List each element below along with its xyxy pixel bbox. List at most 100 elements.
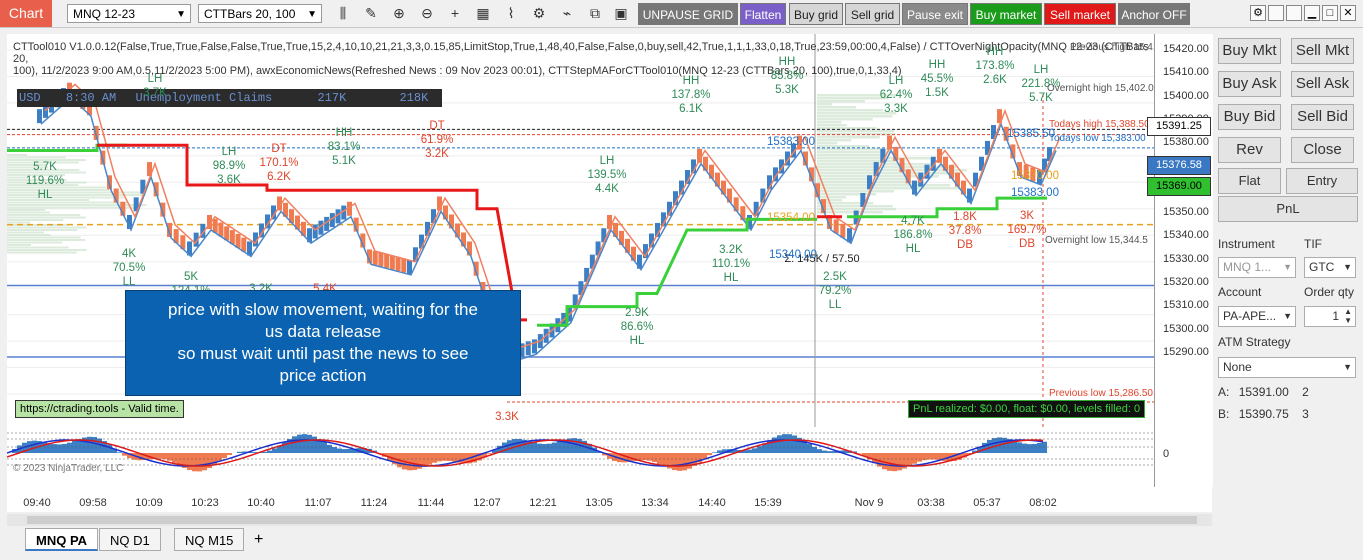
chart-properties-icon[interactable]: ▦ xyxy=(473,4,493,23)
sell-ask-button[interactable]: Sell Ask xyxy=(1291,71,1354,97)
bar-style-icon[interactable]: ⫼ xyxy=(333,4,353,23)
price-line-label-15385: 15385.50 xyxy=(1007,128,1055,140)
volume-profile-bar xyxy=(817,205,893,208)
volume-profile-bar xyxy=(7,221,31,224)
time-tick-label: 11:24 xyxy=(360,497,388,509)
volume-profile-bar xyxy=(817,121,842,124)
histogram-bar xyxy=(552,442,557,453)
tab-mnq-pa[interactable]: MNQ PA xyxy=(25,528,99,551)
pencil-icon[interactable]: ✎ xyxy=(361,4,381,23)
tif-select[interactable]: GTC ▼ xyxy=(1304,257,1356,278)
close-icon[interactable]: ✕ xyxy=(1340,5,1356,21)
swing-annotation: LH 3.7K xyxy=(143,73,167,99)
swing-annotation: 3.2K 110.1% HL xyxy=(711,244,751,284)
histogram-bar xyxy=(1022,443,1027,453)
chevron-down-icon: ▼ xyxy=(1343,362,1352,372)
oscillator-zero-label: 0 xyxy=(1163,448,1170,460)
histogram-bar xyxy=(712,452,717,453)
atm-strategy-select[interactable]: None ▼ xyxy=(1218,357,1356,378)
histogram-bar xyxy=(327,444,332,453)
swing-annotation: 3K 169.7% DB xyxy=(1007,210,1047,250)
histogram-bar xyxy=(1017,442,1022,453)
histogram-bar xyxy=(167,453,172,461)
price-tick-label: 15380.00 xyxy=(1163,136,1209,149)
maximize-icon[interactable]: □ xyxy=(1322,5,1338,21)
sell-mkt-button[interactable]: Sell Mkt xyxy=(1291,38,1354,64)
histogram-bar xyxy=(927,453,932,460)
bar-type-selector[interactable]: CTTBars 20, 100 ▼ xyxy=(198,4,322,23)
indicators-icon[interactable]: ⌇ xyxy=(501,4,521,23)
volume-profile-bar xyxy=(7,229,78,231)
instrument-select[interactable]: MNQ 1... ▼ xyxy=(1218,257,1296,278)
crosshair-icon[interactable]: + xyxy=(445,4,465,23)
buy-market-button[interactable]: Buy market xyxy=(970,3,1042,25)
histogram-bar xyxy=(747,449,752,453)
minimize-icon[interactable]: ▁ xyxy=(1304,5,1320,21)
anchor-off-button[interactable]: Anchor OFF xyxy=(1118,3,1190,25)
histogram-bar xyxy=(187,453,192,471)
buy-ask-button[interactable]: Buy Ask xyxy=(1218,71,1281,97)
price-chart-panel[interactable]: CTTool010 V1.0.0.12(False,True,True,Fals… xyxy=(7,34,1154,427)
buy-bid-button[interactable]: Buy Bid xyxy=(1218,104,1281,130)
price-bar xyxy=(37,109,42,124)
zoom-out-icon[interactable]: ⊖ xyxy=(417,4,437,23)
scrollbar-thumb[interactable] xyxy=(27,516,1197,524)
histogram-bar xyxy=(442,453,447,461)
histogram-bar xyxy=(322,442,327,453)
chevron-down-icon: ▼ xyxy=(1283,311,1292,321)
flat-button[interactable]: Flat xyxy=(1218,168,1281,194)
data-box-icon[interactable]: ⌁ xyxy=(557,4,577,23)
time-tick-label: 09:40 xyxy=(23,497,51,509)
unpause-grid-button[interactable]: UNPAUSE GRID xyxy=(638,3,738,25)
buy-mkt-button[interactable]: Buy Mkt xyxy=(1218,38,1281,64)
price-axis[interactable]: 15420.0015410.0015400.0015390.0015380.00… xyxy=(1147,34,1213,487)
sell-market-button[interactable]: Sell market xyxy=(1044,3,1116,25)
add-tab-button[interactable]: + xyxy=(244,528,273,551)
histogram-bar xyxy=(332,447,337,453)
stepper-arrows-icon[interactable]: ▲ ▼ xyxy=(1344,307,1352,325)
close-button[interactable]: Close xyxy=(1291,137,1354,163)
chart-scrollbar[interactable] xyxy=(7,514,1212,526)
tab-nq-m15[interactable]: NQ M15 xyxy=(174,528,245,551)
chart-tab[interactable]: Chart xyxy=(0,0,52,27)
rev-button[interactable]: Rev xyxy=(1218,137,1281,163)
price-tick-label: 15290.00 xyxy=(1163,345,1209,358)
time-tick-label: 12:07 xyxy=(473,497,501,509)
price-line-label-15340: 15340.00 xyxy=(769,249,817,261)
tab-nq-d1[interactable]: NQ D1 xyxy=(99,528,161,551)
pnl-button[interactable]: PnL xyxy=(1218,196,1358,222)
volume-profile-bar xyxy=(817,172,961,175)
window-linking-icon[interactable]: ⧉ xyxy=(585,4,605,23)
volume-profile-bar xyxy=(7,211,50,214)
always-on-top-icon[interactable] xyxy=(1286,5,1302,21)
volume-profile-bar xyxy=(7,239,86,241)
time-tick-label: 08:02 xyxy=(1029,497,1057,509)
instrument-selector[interactable]: MNQ 12-23 ▼ xyxy=(67,4,191,23)
share-icon[interactable]: ▣ xyxy=(611,4,631,23)
histogram-bar xyxy=(717,450,722,453)
sell-grid-button[interactable]: Sell grid xyxy=(845,3,900,25)
flatten-button[interactable]: Flatten xyxy=(740,3,786,25)
oscillator-panel[interactable]: © 2023 NinjaTrader, LLC xyxy=(7,427,1154,487)
volume-profile-bar xyxy=(7,231,45,234)
volume-profile-bar xyxy=(7,196,125,199)
overnight-low-label: Overnight low 15,344.5 xyxy=(1045,235,1148,246)
time-axis[interactable]: 09:40 09:58 10:09 10:23 10:40 11:07 11:24 11:44… xyxy=(7,487,1212,512)
account-select[interactable]: PA-APE... ▼ xyxy=(1218,306,1296,327)
bid-label: B: xyxy=(1218,407,1230,421)
price-line-label-15363: 15383.00 xyxy=(1011,187,1059,199)
order-qty-stepper[interactable]: 1 ▲ ▼ xyxy=(1304,306,1356,327)
time-tick-label: 13:05 xyxy=(585,497,613,509)
sell-bid-button[interactable]: Sell Bid xyxy=(1291,104,1354,130)
strategies-icon[interactable]: ⚙ xyxy=(529,4,549,23)
entry-button[interactable]: Entry xyxy=(1286,168,1358,194)
time-tick-label: 10:40 xyxy=(247,497,275,509)
volume-profile-bar xyxy=(817,157,931,160)
settings-icon[interactable]: ⚙ xyxy=(1250,5,1266,21)
price-tick-label: 15420.00 xyxy=(1163,43,1209,55)
volume-profile-bar xyxy=(817,145,870,148)
pause-exit-button[interactable]: Pause exit xyxy=(902,3,968,25)
zoom-in-icon[interactable]: ⊕ xyxy=(389,4,409,23)
buy-grid-button[interactable]: Buy grid xyxy=(789,3,843,25)
link-window-icon[interactable] xyxy=(1268,5,1284,21)
